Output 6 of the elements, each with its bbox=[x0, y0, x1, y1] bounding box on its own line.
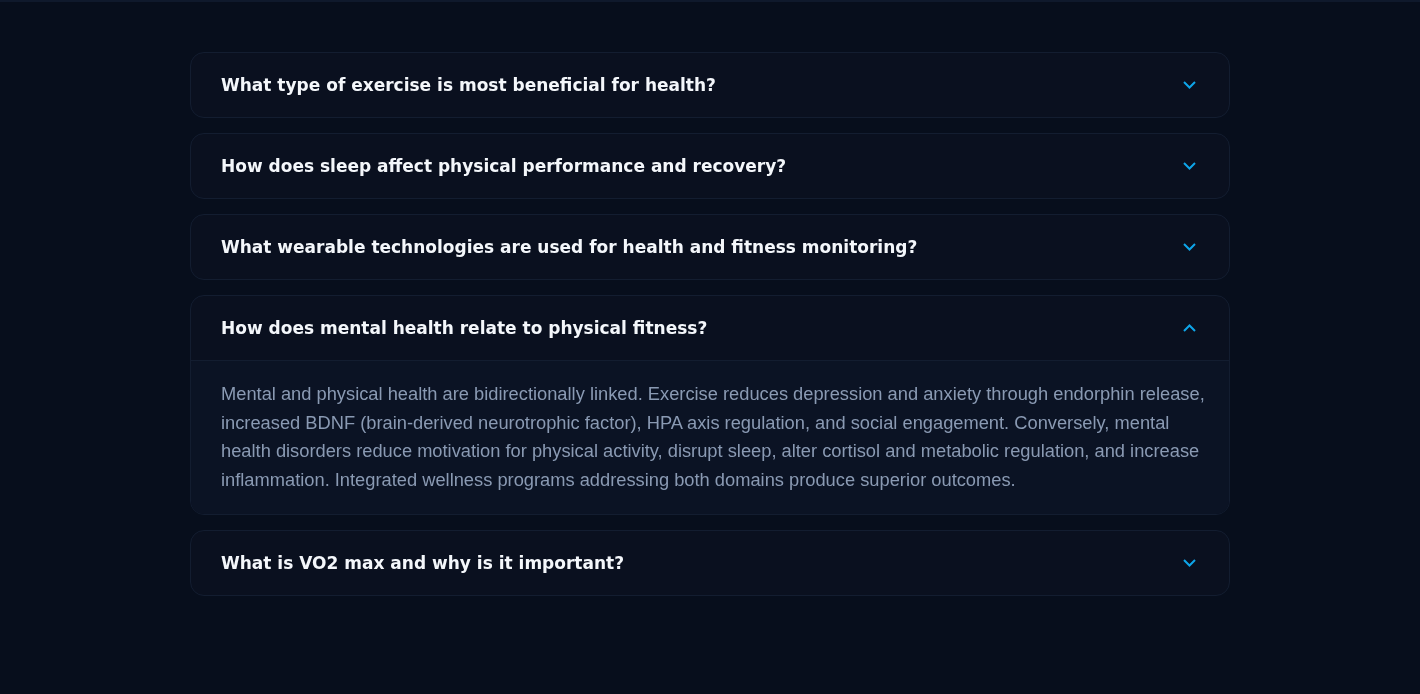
faq-question[interactable]: What type of exercise is most beneficial for health? bbox=[191, 53, 1229, 117]
faq-question[interactable]: How does mental health relate to physical fitness? bbox=[191, 296, 1229, 360]
faq-answer: Mental and physical health are bidirectionally linked. Exercise reduces depression and anxiety through endorphin release, increased BDNF (brain-derived neurotrophic factor), HPA axis regulation, and social engagement. Conversely, mental health disorders reduce motivation for physical activity, disrupt sleep, alter cortisol and metabolic regulation, and increase inflammation. Integrated wellness programs addressing both domains produce superior outcomes. bbox=[221, 382, 1205, 492]
faq-question[interactable]: What is VO2 max and why is it important? bbox=[191, 531, 1229, 595]
faq-question[interactable]: What wearable technologies are used for health and fitness monitoring? bbox=[191, 215, 1229, 279]
faq-question[interactable]: How does sleep affect physical performance and recovery? bbox=[191, 134, 1229, 198]
